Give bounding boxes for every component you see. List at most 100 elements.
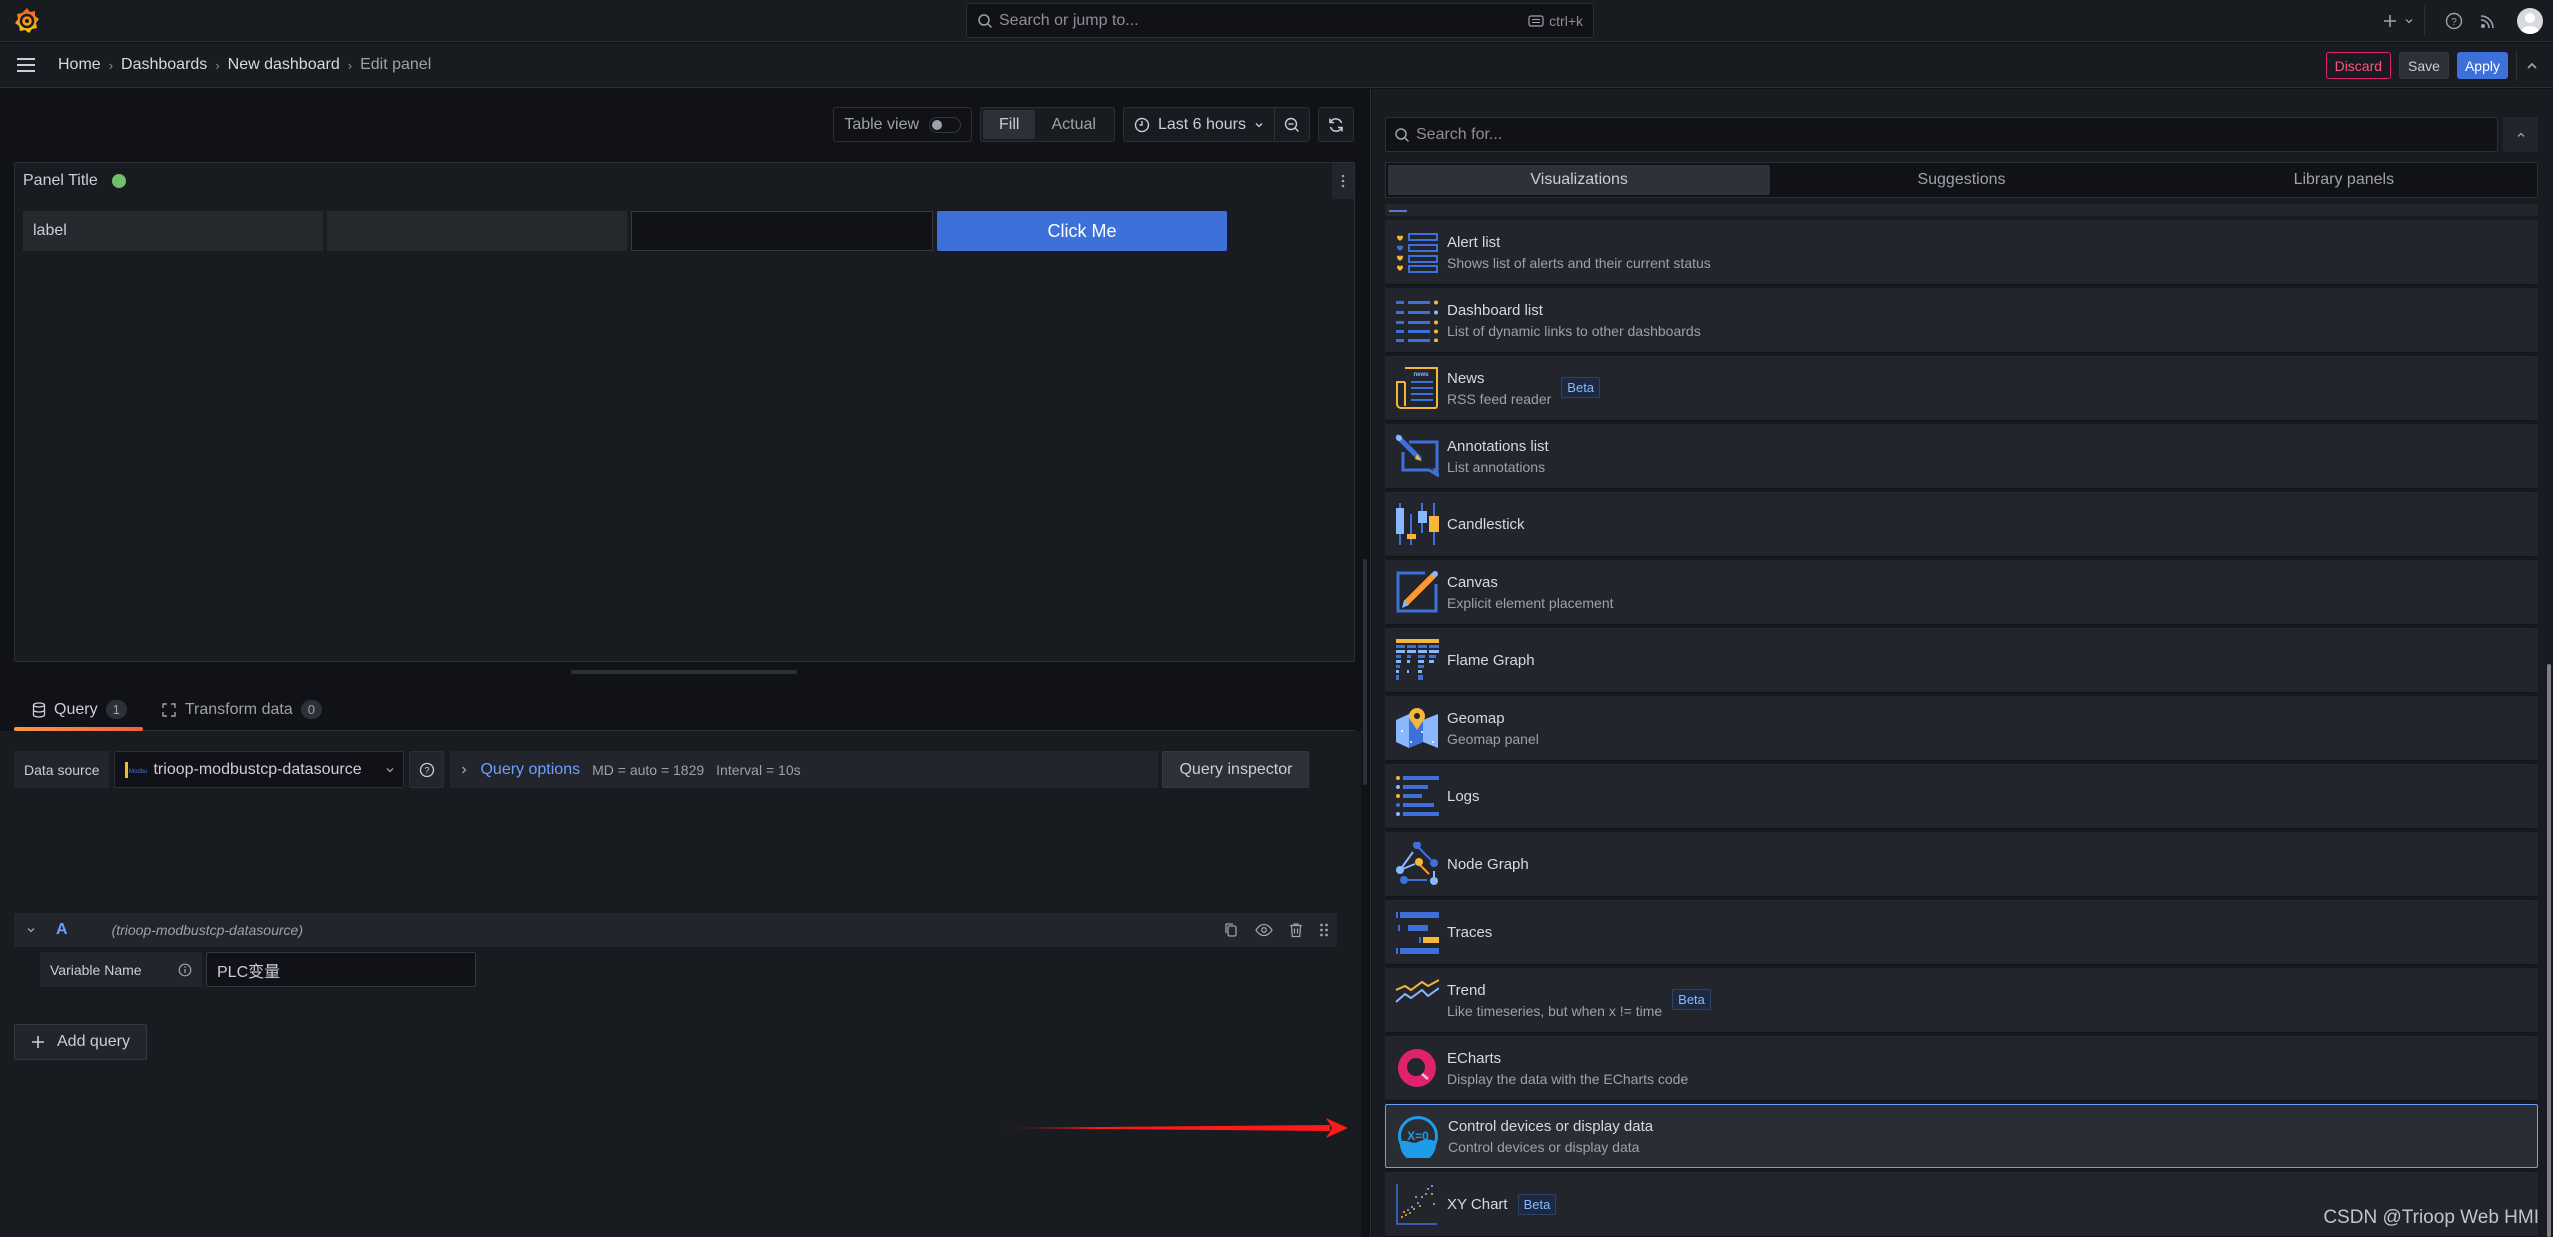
breadcrumb-new-dashboard[interactable]: New dashboard	[228, 56, 340, 74]
viz-item-echarts[interactable]: ECharts Display the data with the ECharts…	[1385, 1036, 2538, 1100]
viz-name: Control devices or display data	[1448, 1117, 1654, 1135]
refresh-icon	[1327, 116, 1345, 134]
logs-icon	[1395, 774, 1439, 818]
breadcrumb-home[interactable]: Home	[58, 56, 101, 74]
tab-library-panels[interactable]: Library panels	[2153, 165, 2535, 195]
duplicate-query-icon[interactable]	[1223, 922, 1239, 938]
widget-value-display	[327, 211, 627, 251]
actual-option[interactable]: Actual	[1035, 110, 1111, 139]
breadcrumb-dashboards[interactable]: Dashboards	[121, 56, 207, 74]
viz-item-control-devices[interactable]: X=0 Control devices or display data Contr…	[1385, 1104, 2538, 1168]
add-query-label: Add query	[57, 1033, 130, 1050]
data-source-picker[interactable]: Modbus trioop-modbustcp-datasource	[114, 751, 405, 788]
viz-item-partial[interactable]	[1385, 204, 2538, 216]
geomap-icon	[1395, 706, 1439, 750]
horizontal-splitter-handle[interactable]	[571, 670, 797, 674]
data-source-help-button[interactable]: ?	[409, 751, 445, 788]
splitter-handle[interactable]	[1363, 559, 1367, 785]
query-inspector-button[interactable]: Query inspector	[1162, 751, 1310, 788]
news-icon: news	[1395, 366, 1439, 410]
viz-name: Alert list	[1447, 233, 1501, 251]
tab-transform-data[interactable]: Transform data 0	[143, 689, 338, 730]
news-feed-button[interactable]	[2479, 12, 2497, 30]
traces-icon	[1395, 910, 1439, 954]
query-options-toggle[interactable]: Query options MD = auto = 1829 Interval …	[450, 751, 1159, 788]
viz-item-flame-graph[interactable]: Flame Graph	[1385, 628, 2538, 692]
query-ref-id[interactable]: A	[56, 921, 68, 939]
drag-handle-icon[interactable]	[1319, 922, 1329, 938]
panel-header: Panel Title	[23, 172, 126, 190]
viz-item-candlestick[interactable]: Candlestick	[1385, 492, 2538, 556]
collapse-viz-picker-button[interactable]	[2503, 117, 2538, 152]
eye-icon[interactable]	[1255, 923, 1273, 937]
trash-icon[interactable]	[1289, 922, 1303, 938]
alert-list-icon	[1395, 230, 1439, 274]
tab-query-label: Query	[54, 700, 98, 718]
viz-item-annotations-list[interactable]: Annotations list List annotations	[1385, 424, 2538, 488]
collapse-query-icon[interactable]	[26, 925, 36, 935]
viz-item-dashboard-list[interactable]: Dashboard list List of dynamic links to o…	[1385, 288, 2538, 352]
query-editor: Data source Modbus trioop-modbustcp-data…	[0, 731, 1362, 1237]
data-source-label: Data source	[14, 751, 110, 788]
breadcrumb-bar: Home › Dashboards › New dashboard › Edit…	[0, 43, 2553, 88]
divider	[2516, 50, 2517, 81]
beta-badge: Beta	[1561, 377, 1601, 398]
xy-chart-icon	[1395, 1182, 1439, 1226]
global-search-input[interactable]: Search or jump to... ctrl+k	[966, 3, 1594, 38]
viz-item-trend[interactable]: Trend Like timeseries, but when x != time…	[1385, 968, 2538, 1032]
search-shortcut: ctrl+k	[1528, 13, 1583, 29]
viz-search-input[interactable]: Search for...	[1385, 117, 2498, 152]
discard-button[interactable]: Discard	[2325, 52, 2392, 79]
beta-badge: Beta	[1517, 1193, 1557, 1215]
viz-item-canvas[interactable]: Canvas Explicit element placement	[1385, 560, 2538, 624]
grafana-logo-icon[interactable]	[12, 6, 42, 36]
viz-item-logs[interactable]: Logs	[1385, 764, 2538, 828]
table-view-switch[interactable]	[929, 116, 962, 133]
viz-list-scrollbar[interactable]	[2547, 664, 2551, 1237]
time-range-label: Last 6 hours	[1157, 115, 1246, 133]
tab-suggestions[interactable]: Suggestions	[1770, 165, 2152, 195]
query-datasource-name: (trioop-modbustcp-datasource)	[111, 922, 303, 938]
time-range-button[interactable]: Last 6 hours	[1124, 108, 1275, 141]
transform-icon	[161, 702, 177, 718]
table-view-toggle[interactable]: Table view	[833, 107, 973, 142]
new-menu-button[interactable]	[2382, 13, 2414, 29]
viz-item-news[interactable]: news News RSS feed reader Beta	[1385, 356, 2538, 420]
panel-menu-button[interactable]	[1332, 163, 1354, 199]
breadcrumb-separator: ›	[215, 57, 220, 73]
zoom-out-button[interactable]	[1275, 117, 1309, 133]
refresh-button[interactable]	[1318, 107, 1354, 142]
variable-name-label-text: Variable Name	[50, 961, 142, 978]
click-me-button[interactable]: Click Me	[937, 211, 1227, 251]
viz-name: Node Graph	[1447, 855, 1529, 873]
viz-item-node-graph[interactable]: Node Graph	[1385, 832, 2538, 896]
variable-name-input[interactable]: PLC变量	[206, 952, 476, 987]
menu-toggle-icon[interactable]	[14, 53, 38, 77]
breadcrumb-separator: ›	[108, 57, 114, 73]
add-query-button[interactable]: Add query	[14, 1024, 147, 1060]
user-avatar-icon[interactable]	[2517, 8, 2543, 34]
tab-query[interactable]: Query 1	[14, 689, 143, 731]
max-datapoints-text: MD = auto = 1829	[592, 761, 705, 778]
query-row-header: A (trioop-modbustcp-datasource)	[14, 913, 1337, 947]
widget-input[interactable]	[631, 211, 933, 251]
help-button[interactable]: ?	[2445, 12, 2463, 30]
apply-button[interactable]: Apply	[2456, 52, 2508, 79]
rss-icon	[2479, 12, 2497, 30]
viz-description: Shows list of alerts and their current s…	[1447, 254, 1711, 271]
database-icon	[32, 701, 46, 718]
save-button[interactable]: Save	[2399, 52, 2449, 79]
visualization-picker: Search for... Visualizations Suggestions…	[1372, 89, 2553, 1237]
fill-option[interactable]: Fill	[983, 110, 1036, 139]
viz-item-traces[interactable]: Traces	[1385, 900, 2538, 964]
plus-icon	[2382, 13, 2398, 29]
viz-description: RSS feed reader Beta	[1447, 377, 1601, 407]
viz-item-alert-list[interactable]: Alert list Shows list of alerts and their…	[1385, 220, 2538, 284]
vertical-splitter[interactable]	[1361, 89, 1371, 1237]
viz-description: List annotations	[1447, 458, 1546, 475]
info-icon[interactable]	[178, 963, 192, 977]
collapse-header-button[interactable]	[2525, 59, 2539, 73]
control-devices-icon: X=0	[1396, 1114, 1440, 1158]
tab-visualizations[interactable]: Visualizations	[1388, 165, 1771, 195]
viz-item-geomap[interactable]: Geomap Geomap panel	[1385, 696, 2538, 760]
